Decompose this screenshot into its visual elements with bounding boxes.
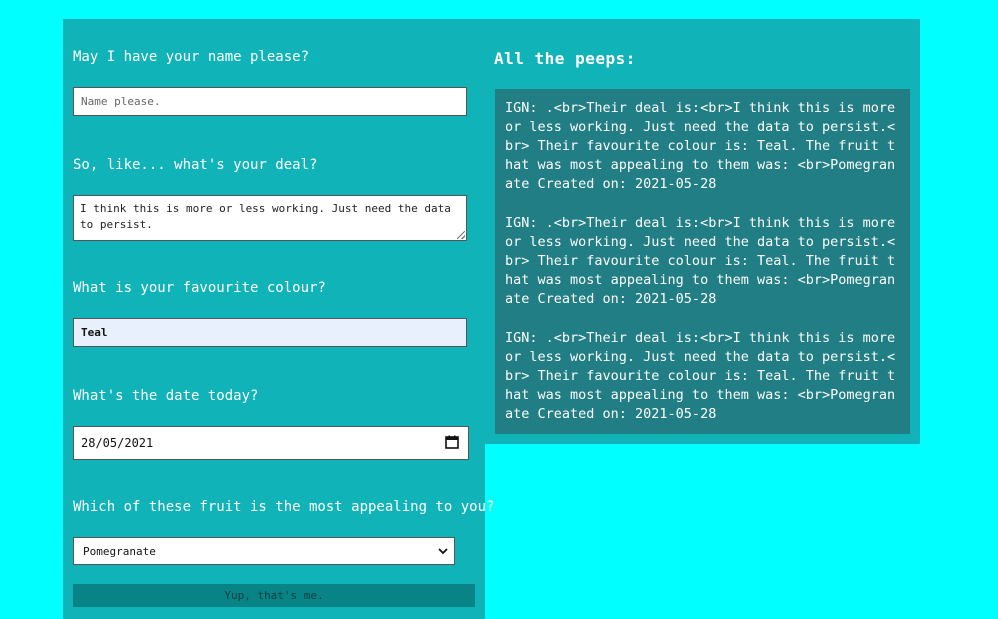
date-value: 28/05/2021 bbox=[81, 436, 154, 450]
date-label: What's the date today? bbox=[73, 388, 259, 404]
peeps-title: All the peeps: bbox=[494, 49, 636, 68]
fruit-label: Which of these fruit is the most appeali… bbox=[73, 499, 495, 515]
name-input[interactable] bbox=[73, 87, 467, 116]
list-item: IGN: .<br>Their deal is:<br>I think this… bbox=[505, 100, 896, 192]
deal-textarea[interactable]: I think this is more or less working. Ju… bbox=[73, 195, 467, 241]
list-item: IGN: .<br>Their deal is:<br>I think this… bbox=[505, 215, 896, 307]
peeps-panel: All the peeps: IGN: .<br>Their deal is:<… bbox=[485, 19, 920, 444]
calendar-icon[interactable] bbox=[445, 435, 459, 452]
name-label: May I have your name please? bbox=[73, 49, 310, 65]
deal-label: So, like... what's your deal? bbox=[73, 157, 318, 173]
date-input[interactable]: 28/05/2021 bbox=[73, 426, 469, 460]
fruit-select[interactable]: Pomegranate bbox=[73, 537, 455, 565]
list-item: IGN: .<br>Their deal is:<br>I think this… bbox=[505, 330, 896, 422]
profile-form: May I have your name please? So, like...… bbox=[63, 19, 494, 619]
colour-input[interactable] bbox=[73, 318, 467, 347]
peeps-list: IGN: .<br>Their deal is:<br>I think this… bbox=[495, 89, 910, 434]
colour-label: What is your favourite colour? bbox=[73, 280, 326, 296]
submit-button[interactable]: Yup, that's me. bbox=[73, 584, 475, 607]
chevron-down-icon bbox=[438, 545, 448, 558]
fruit-selected-value: Pomegranate bbox=[83, 544, 156, 558]
